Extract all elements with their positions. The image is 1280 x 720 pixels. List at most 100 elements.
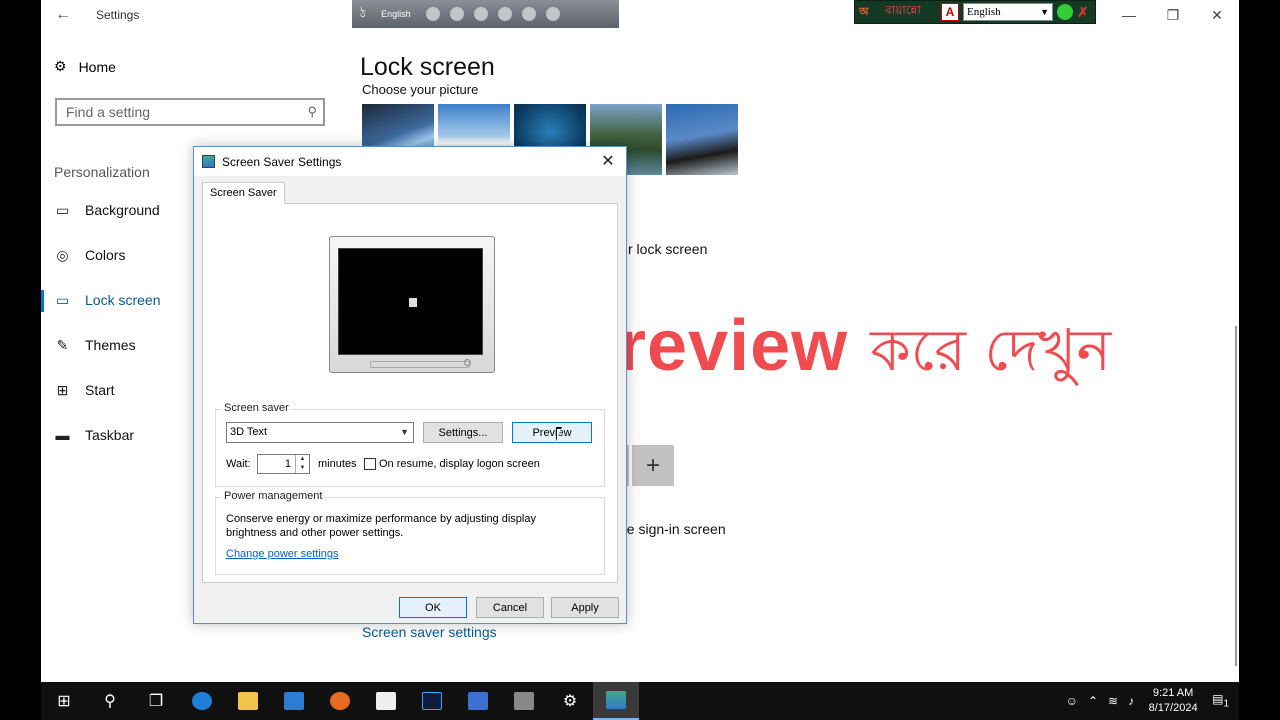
left-black-bar bbox=[0, 0, 41, 720]
gear-icon: ⚙ bbox=[54, 58, 67, 74]
sidebar-item-themes[interactable]: ✎ Themes bbox=[54, 336, 136, 354]
photoshop-button[interactable] bbox=[409, 682, 455, 720]
page-title: Lock screen bbox=[360, 53, 495, 81]
sidebar-item-start[interactable]: ⊞ Start bbox=[54, 381, 115, 399]
maximize-button[interactable]: ❐ bbox=[1151, 0, 1195, 30]
settings-taskbar-button[interactable]: ⚙ bbox=[547, 682, 593, 720]
sidebar-item-label: Taskbar bbox=[85, 427, 135, 443]
tool-icon[interactable] bbox=[449, 7, 464, 21]
preview-screen bbox=[338, 248, 483, 355]
avro-mode-icon[interactable]: A bbox=[941, 3, 959, 21]
scrollbar[interactable] bbox=[1235, 326, 1237, 666]
edit-icon[interactable] bbox=[497, 7, 512, 21]
nav-home[interactable]: ⚙ Home bbox=[54, 58, 116, 75]
wait-value: 1 bbox=[284, 458, 291, 470]
sidebar-item-label: Themes bbox=[85, 337, 136, 353]
screen-saver-group-label: Screen saver bbox=[222, 402, 291, 414]
screen-saver-value: 3D Text bbox=[230, 426, 268, 438]
scanner-icon bbox=[514, 692, 534, 710]
screen-saver-select[interactable]: 3D Text ▼ bbox=[226, 422, 414, 443]
back-arrow-icon[interactable]: ← bbox=[55, 6, 71, 23]
screen-saver-taskbar-button[interactable] bbox=[593, 682, 639, 720]
file-explorer-button[interactable] bbox=[225, 682, 271, 720]
settings-button[interactable]: Settings... bbox=[423, 422, 503, 443]
spinner-arrows-icon[interactable]: ▲ ▼ bbox=[295, 455, 309, 473]
search-button[interactable]: ⚲ bbox=[87, 682, 133, 720]
avro-language-value: English bbox=[967, 6, 1001, 18]
monitor-knob bbox=[464, 359, 471, 366]
choose-picture-label: Choose your picture bbox=[362, 82, 479, 97]
palette-icon: ◎ bbox=[56, 246, 69, 263]
chevron-down-icon: ▼ bbox=[400, 427, 409, 437]
taskbar-icon: ▬ bbox=[55, 427, 70, 443]
dialog-close-button[interactable]: ✕ bbox=[598, 151, 618, 171]
overlay-caption: Preview করে দেখুন bbox=[569, 305, 1111, 403]
avro-toolbar: অ বায়ান্নো A English ▼ ✗ bbox=[854, 0, 1096, 24]
help-icon[interactable] bbox=[521, 7, 536, 21]
minimize-button[interactable]: — bbox=[1107, 0, 1151, 30]
picture-thumbnail[interactable] bbox=[666, 104, 738, 175]
ok-button[interactable]: OK bbox=[399, 597, 467, 618]
people-icon[interactable]: ☺ bbox=[1066, 694, 1078, 708]
avro-close-icon[interactable]: ✗ bbox=[1077, 4, 1089, 21]
globe-icon[interactable] bbox=[1057, 4, 1073, 20]
wifi-icon[interactable]: ≋ bbox=[1108, 694, 1118, 708]
mail-button[interactable] bbox=[271, 682, 317, 720]
mouse-cursor-fill bbox=[557, 429, 561, 439]
dialog-title: Screen Saver Settings bbox=[222, 154, 342, 169]
scanner-button[interactable] bbox=[501, 682, 547, 720]
sidebar-item-taskbar[interactable]: ▬ Taskbar bbox=[54, 427, 135, 443]
tab-screen-saver[interactable]: Screen Saver bbox=[202, 182, 285, 204]
brush-icon: ✎ bbox=[56, 336, 69, 353]
power-management-group: Power management Conserve energy or maxi… bbox=[215, 490, 605, 575]
signin-option-text: he sign-in screen bbox=[619, 521, 726, 537]
sidebar-item-label: Colors bbox=[85, 247, 126, 263]
notification-icon[interactable]: ▤1 bbox=[1212, 692, 1229, 709]
edge-button[interactable] bbox=[179, 682, 225, 720]
avro-language-select[interactable]: English ▼ bbox=[963, 3, 1053, 21]
keyboard-icon[interactable] bbox=[425, 7, 440, 21]
sidebar-item-background[interactable]: ▭ Background bbox=[54, 201, 160, 219]
keyboard-app-icon bbox=[468, 692, 488, 710]
start-button[interactable]: ⊞ bbox=[41, 682, 87, 720]
info-icon[interactable] bbox=[545, 7, 560, 21]
mail-icon bbox=[284, 692, 304, 710]
folder-icon bbox=[238, 692, 258, 710]
volume-icon[interactable]: ♪ bbox=[1128, 694, 1134, 708]
screen-saver-settings-link[interactable]: Screen saver settings bbox=[362, 624, 497, 640]
bijoy-logo-icon[interactable]: ঠ bbox=[360, 5, 366, 24]
change-power-settings-link[interactable]: Change power settings bbox=[226, 548, 339, 560]
avro-logo-icon[interactable]: অ bbox=[859, 3, 881, 22]
sidebar-item-label: Start bbox=[85, 382, 115, 398]
task-view-button[interactable]: ❐ bbox=[133, 682, 179, 720]
firefox-button[interactable] bbox=[317, 682, 363, 720]
clock[interactable]: 9:21 AM 8/17/2024 bbox=[1144, 686, 1202, 716]
wait-stepper[interactable]: 1 ▲ ▼ bbox=[257, 454, 310, 474]
chevron-down-icon: ▼ bbox=[1040, 7, 1049, 17]
windows-icon: ⊞ bbox=[57, 693, 71, 710]
sidebar-item-lock-screen[interactable]: ▭ Lock screen bbox=[54, 292, 161, 309]
image-icon: ▭ bbox=[55, 201, 70, 218]
store-button[interactable] bbox=[363, 682, 409, 720]
cancel-button[interactable]: Cancel bbox=[476, 597, 544, 618]
chevron-up-icon[interactable]: ⌃ bbox=[1088, 694, 1098, 708]
sidebar-item-label: Background bbox=[85, 202, 160, 218]
add-app-button[interactable]: + bbox=[632, 445, 674, 486]
gear-icon[interactable] bbox=[473, 7, 488, 21]
power-description: Conserve energy or maximize performance … bbox=[226, 513, 536, 539]
bijoy-language[interactable]: English bbox=[376, 9, 416, 19]
window-controls: — ❐ ✕ bbox=[1107, 0, 1239, 30]
sidebar-item-colors[interactable]: ◎ Colors bbox=[54, 246, 126, 264]
search-input[interactable]: Find a setting ⚲ bbox=[55, 98, 325, 126]
logon-checkbox[interactable] bbox=[364, 458, 376, 470]
avro-button[interactable] bbox=[455, 682, 501, 720]
start-icon: ⊞ bbox=[56, 381, 69, 398]
apply-button[interactable]: Apply bbox=[551, 597, 619, 618]
nav-section-title: Personalization bbox=[54, 164, 150, 180]
close-button[interactable]: ✕ bbox=[1195, 0, 1239, 30]
dialog-titlebar[interactable]: Screen Saver Settings ✕ bbox=[194, 147, 626, 176]
search-icon: ⚲ bbox=[307, 104, 317, 119]
clock-date: 8/17/2024 bbox=[1148, 702, 1198, 714]
preview-button[interactable]: Preview bbox=[512, 422, 592, 443]
nav-home-label: Home bbox=[78, 58, 116, 75]
